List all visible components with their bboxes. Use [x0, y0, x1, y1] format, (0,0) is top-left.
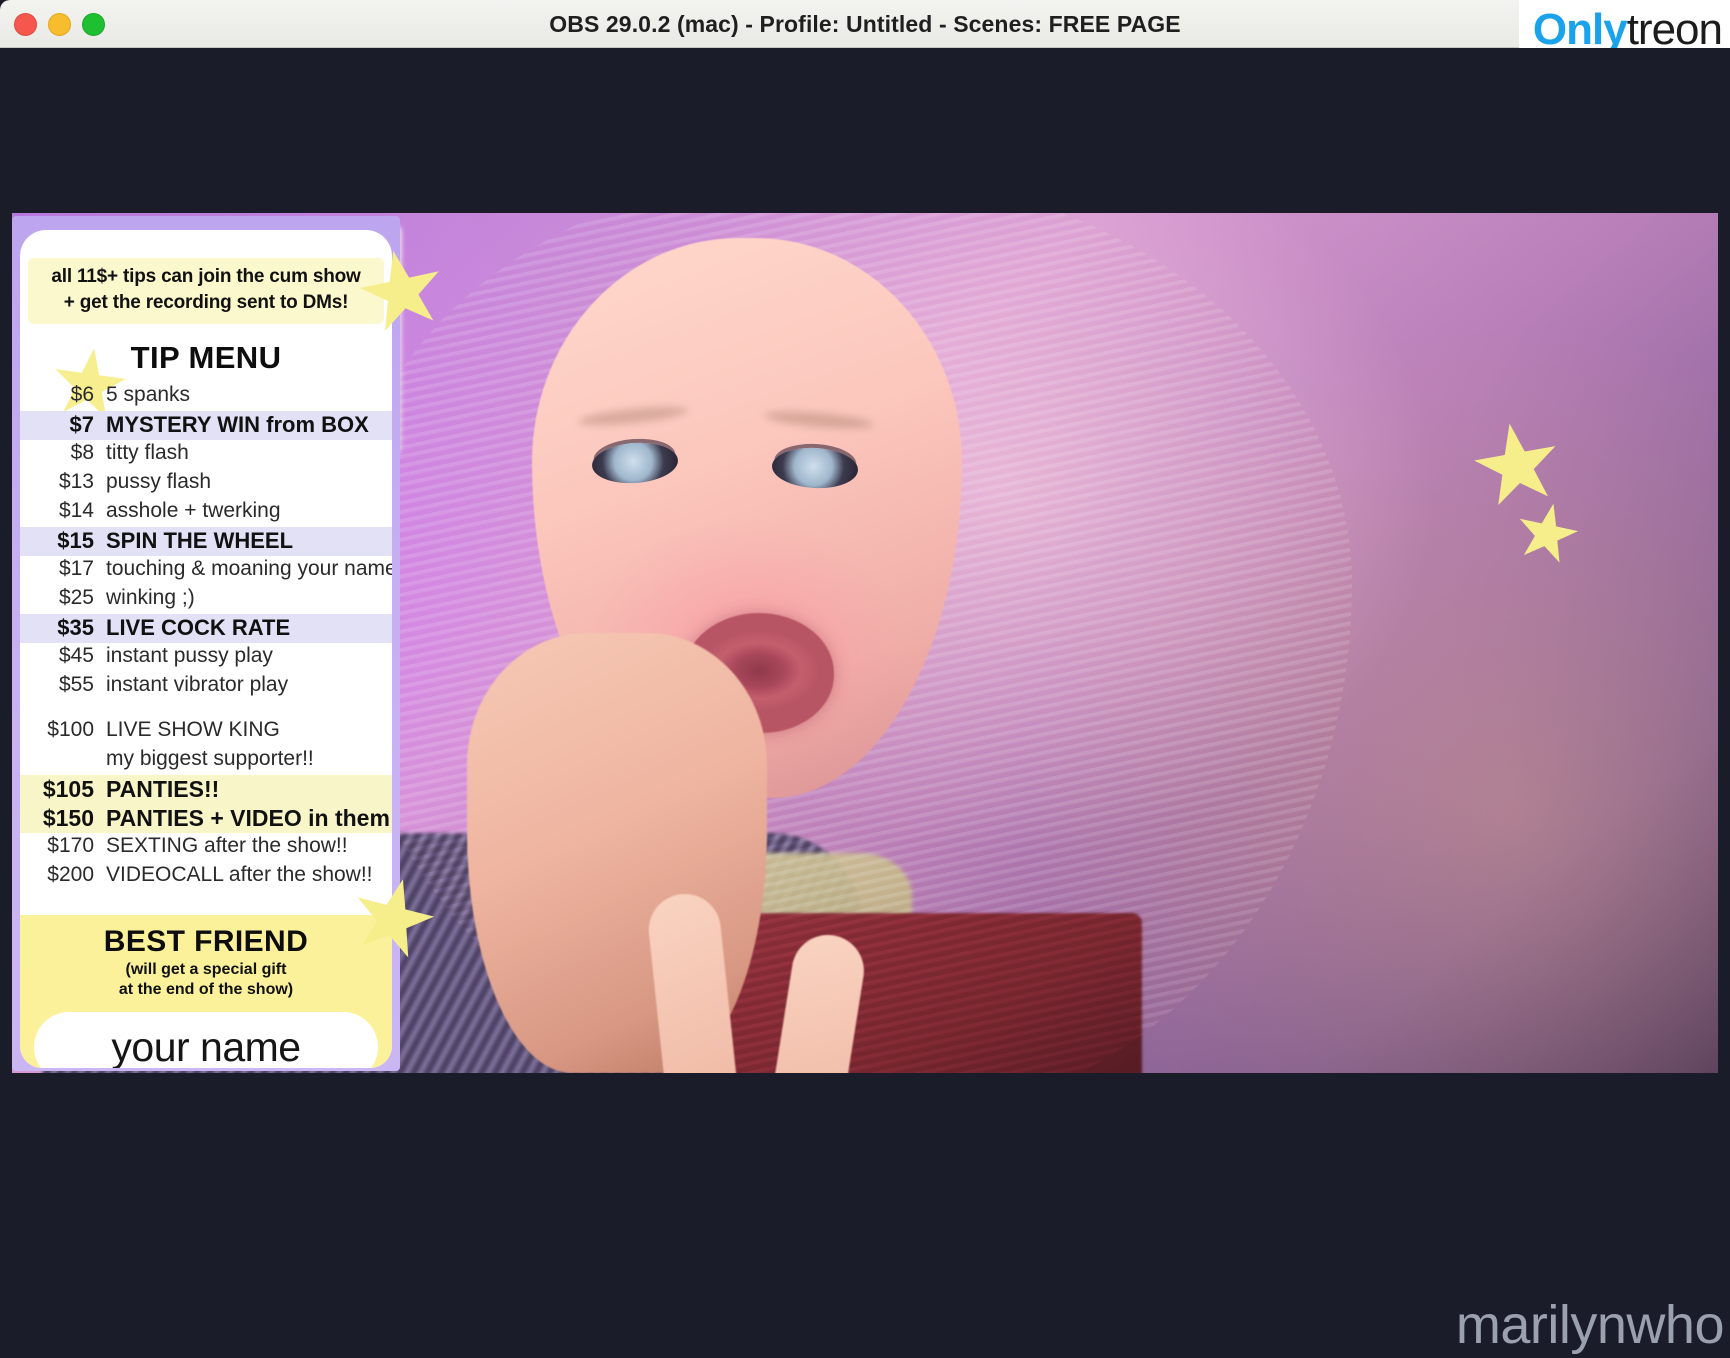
- banner-line-2: + get the recording sent to DMs!: [63, 292, 349, 313]
- tip-row: $13 pussy flash: [20, 469, 392, 498]
- tip-row-price: $45: [58, 644, 94, 667]
- tip-row: $105 PANTIES!!: [20, 775, 392, 804]
- tip-row-label: instant pussy play: [106, 644, 273, 667]
- window-titlebar: OBS 29.0.2 (mac) - Profile: Untitled - S…: [0, 0, 1730, 48]
- banner-line-1: all 11$+ tips can join the cum show: [51, 266, 361, 287]
- tip-row-price: $14: [58, 499, 94, 522]
- tip-row-label: LIVE COCK RATE: [106, 615, 291, 640]
- tip-row-price: $200: [47, 863, 94, 886]
- best-friend-name-field[interactable]: your name: [34, 1012, 378, 1068]
- tip-row: $14 asshole + twerking: [20, 498, 392, 527]
- tip-row-label: LIVE SHOW KING: [106, 718, 280, 741]
- tip-row: $150 PANTIES + VIDEO in them!: [20, 804, 392, 833]
- tip-row-price: $55: [58, 673, 94, 696]
- tip-row-label: SPIN THE WHEEL: [106, 528, 294, 553]
- tip-menu-card: all 11$+ tips can join the cum show + ge…: [20, 230, 392, 1068]
- tip-menu-banner: all 11$+ tips can join the cum show + ge…: [28, 258, 384, 324]
- tip-row: $25 winking ;): [20, 585, 392, 614]
- best-friend-subtitle: (will get a special gift at the end of t…: [20, 960, 392, 1000]
- best-friend-name-value: your name: [111, 1023, 301, 1069]
- tip-row-label: titty flash: [106, 441, 189, 464]
- tip-row-price: $170: [47, 834, 94, 857]
- tip-row-label: winking ;): [106, 586, 195, 609]
- tip-row-price: $150: [42, 805, 94, 831]
- tip-row-price: $35: [57, 615, 94, 640]
- tip-row: $6 5 spanks: [20, 382, 392, 411]
- tip-menu-overlay[interactable]: all 11$+ tips can join the cum show + ge…: [12, 216, 400, 1071]
- tip-row: $45 instant pussy play: [20, 643, 392, 672]
- best-friend-sub-line-1: (will get a special gift: [125, 961, 287, 978]
- obs-window: OBS 29.0.2 (mac) - Profile: Untitled - S…: [0, 0, 1730, 1358]
- tip-row: my biggest supporter!!: [20, 746, 392, 775]
- tip-menu-title: TIP MENU: [130, 340, 282, 375]
- tip-row-label: SEXTING after the show!!: [106, 834, 348, 857]
- tip-row-price: $13: [58, 470, 94, 493]
- hand: [467, 633, 870, 1073]
- tip-row-label: my biggest supporter!!: [106, 747, 314, 770]
- tip-row-price: $25: [58, 586, 94, 609]
- tip-row-label: pussy flash: [106, 470, 212, 493]
- tip-menu-rows: $6 5 spanks $7 MYSTERY WIN from BOX $8 titty …: [20, 382, 392, 891]
- window-title: OBS 29.0.2 (mac) - Profile: Untitled - S…: [549, 11, 1181, 37]
- tip-row-label: PANTIES + VIDEO in them!: [106, 805, 392, 831]
- tip-row-price: $105: [42, 776, 94, 802]
- tip-row: $170 SEXTING after the show!!: [20, 833, 392, 862]
- tip-row-price: $7: [69, 412, 94, 437]
- tip-row-label: asshole + twerking: [106, 499, 281, 522]
- tip-row: $7 MYSTERY WIN from BOX: [20, 411, 392, 440]
- tip-row-spacer: [20, 701, 392, 717]
- tip-row: $15 SPIN THE WHEEL: [20, 527, 392, 556]
- best-friend-section: BEST FRIEND (will get a special gift at …: [20, 915, 392, 1068]
- tip-row-label: instant vibrator play: [106, 673, 289, 696]
- tip-row-label: MYSTERY WIN from BOX: [106, 412, 369, 437]
- tip-row-label: VIDEOCALL after the show!!: [106, 863, 373, 886]
- tip-row-label: touching & moaning your name: [106, 557, 392, 580]
- tip-row-price: $100: [47, 718, 94, 741]
- tip-row-price: $6: [70, 383, 94, 406]
- best-friend-title: BEST FRIEND: [103, 925, 309, 958]
- obs-preview-stage: all 11$+ tips can join the cum show + ge…: [0, 48, 1730, 1358]
- best-friend-sub-line-2: at the end of the show): [118, 981, 294, 998]
- tip-row: $35 LIVE COCK RATE: [20, 614, 392, 643]
- tip-row: $8 titty flash: [20, 440, 392, 469]
- tip-row-label: PANTIES!!: [106, 776, 220, 802]
- tip-row-price: $15: [57, 528, 94, 553]
- watermark: marilynwho: [1455, 1295, 1725, 1355]
- tip-row: $17 touching & moaning your name: [20, 556, 392, 585]
- tip-row-price: $17: [58, 557, 94, 580]
- tip-row-label: 5 spanks: [106, 383, 191, 406]
- tip-row: $200 VIDEOCALL after the show!!: [20, 862, 392, 891]
- tip-row: $55 instant vibrator play: [20, 672, 392, 701]
- tip-row-price: $8: [70, 441, 94, 464]
- tip-row: $100 LIVE SHOW KING: [20, 717, 392, 746]
